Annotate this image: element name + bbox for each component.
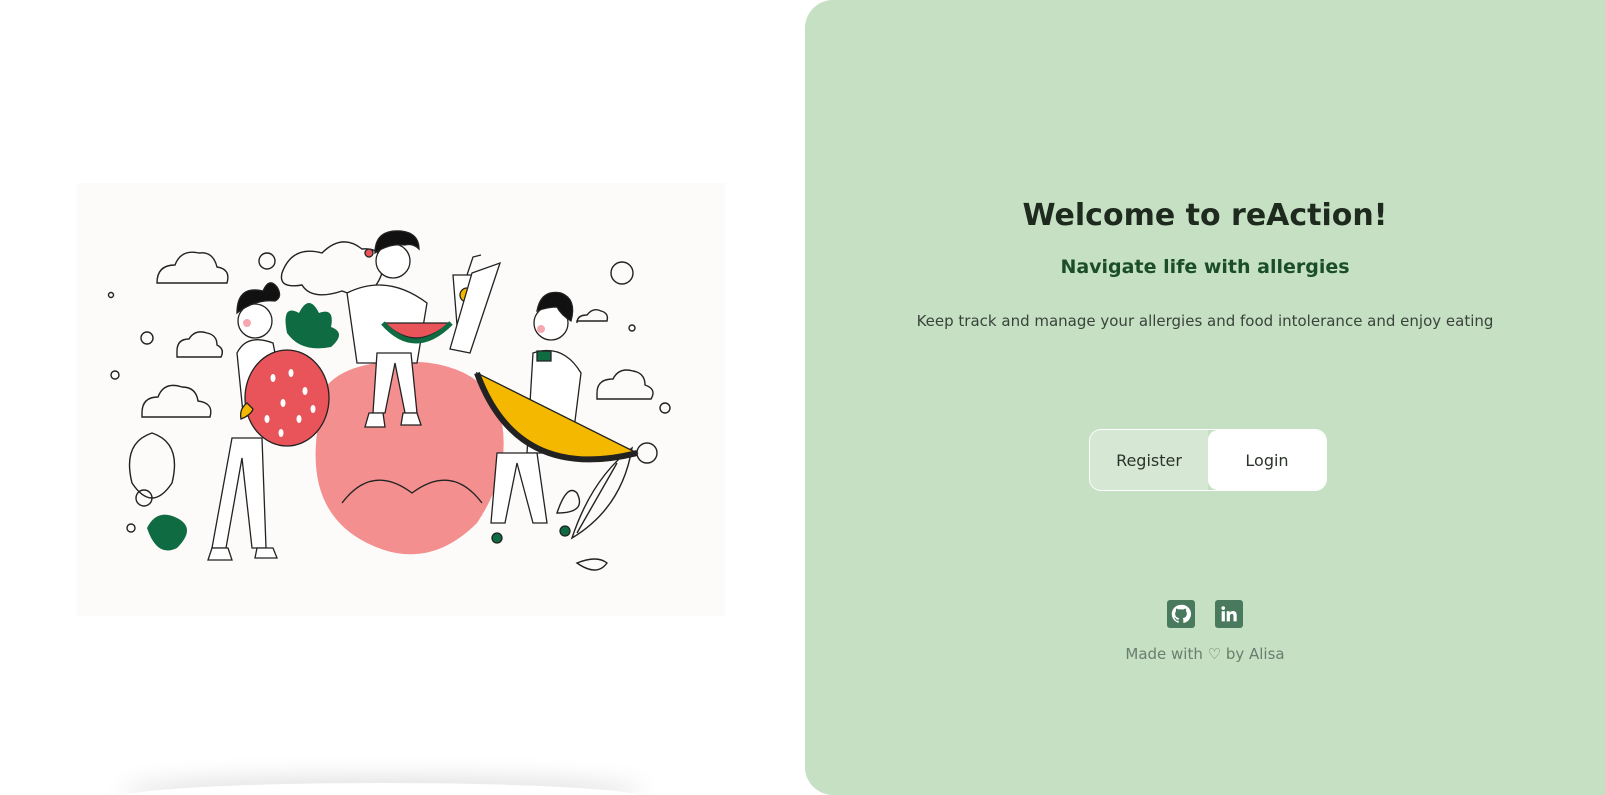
welcome-panel: Welcome to reAction! Navigate life with … — [805, 0, 1605, 795]
footer-credit: Made with ♡ by Alisa — [1125, 645, 1285, 663]
auth-toggle: Register Login — [1089, 429, 1327, 491]
page-subtitle: Navigate life with allergies — [1060, 256, 1350, 278]
login-button[interactable]: Login — [1208, 430, 1326, 490]
page-description: Keep track and manage your allergies and… — [916, 312, 1494, 330]
github-icon[interactable] — [1167, 600, 1195, 628]
page-title: Welcome to reAction! — [1022, 198, 1388, 233]
linkedin-icon[interactable] — [1215, 600, 1243, 628]
bottom-shadow — [120, 783, 645, 795]
landing-page: Welcome to reAction! Navigate life with … — [0, 0, 1605, 795]
social-links — [805, 600, 1605, 628]
food-friends-illustration — [77, 183, 725, 616]
illustration-panel — [0, 0, 805, 795]
register-button[interactable]: Register — [1090, 430, 1208, 490]
